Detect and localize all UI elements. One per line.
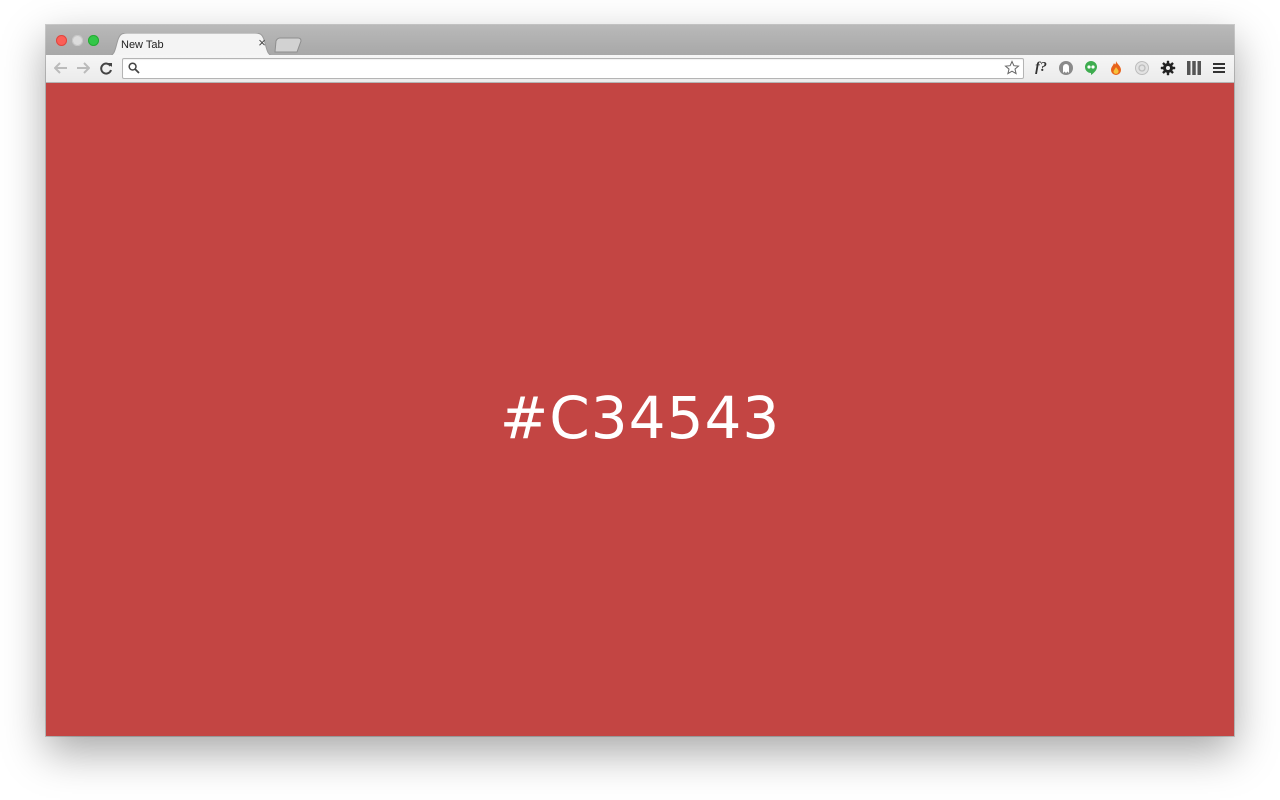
chrome-menu-button[interactable] <box>1209 58 1229 78</box>
back-button[interactable] <box>51 58 71 78</box>
fire-extension[interactable] <box>1106 58 1126 78</box>
address-input[interactable] <box>145 60 995 77</box>
menu-icon <box>1213 63 1225 73</box>
address-bar[interactable] <box>122 58 1024 79</box>
search-icon <box>128 62 140 74</box>
tab-close-button[interactable]: × <box>255 36 269 50</box>
hangouts-extension[interactable] <box>1081 58 1101 78</box>
columns-icon <box>1187 61 1201 75</box>
font-finder-extension[interactable]: f? <box>1031 58 1051 78</box>
ghostery-extension[interactable] <box>1056 58 1076 78</box>
gear-icon <box>1160 60 1176 76</box>
settings-extension[interactable] <box>1158 58 1178 78</box>
forward-arrow-icon <box>77 62 90 74</box>
f-question-icon: f? <box>1035 60 1047 75</box>
reload-button[interactable] <box>96 58 116 78</box>
minimize-window-button[interactable] <box>72 35 83 46</box>
fire-icon <box>1111 61 1121 75</box>
grey-circle-extension[interactable] <box>1132 58 1152 78</box>
title-bar: New Tab × <box>46 25 1234 56</box>
back-arrow-icon <box>54 62 67 74</box>
new-tab-button[interactable] <box>273 37 303 53</box>
browser-window: New Tab × f? #C34543 <box>46 25 1234 736</box>
grey-circle-icon <box>1135 61 1149 75</box>
page-content: #C34543 <box>46 83 1234 736</box>
bookmark-star-icon[interactable] <box>1004 60 1020 76</box>
ghostery-icon <box>1059 61 1073 75</box>
maximize-window-button[interactable] <box>88 35 99 46</box>
hex-color-label: #C34543 <box>499 384 781 452</box>
forward-button[interactable] <box>73 58 93 78</box>
browser-toolbar: f? <box>46 55 1234 83</box>
reload-icon <box>99 62 112 74</box>
tab-new-tab[interactable]: New Tab × <box>108 33 275 56</box>
tab-title: New Tab <box>121 39 164 51</box>
close-window-button[interactable] <box>56 35 67 46</box>
hangouts-icon <box>1085 61 1097 75</box>
columns-extension[interactable] <box>1184 58 1204 78</box>
